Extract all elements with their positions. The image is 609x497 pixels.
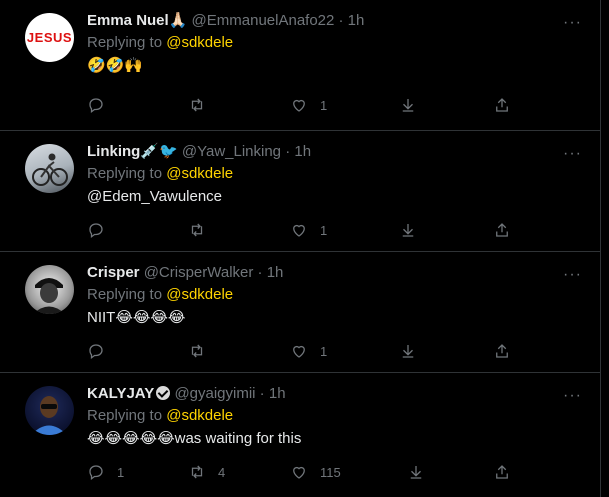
tweet-body: KALYJAY @gyaigyimii · 1h Replying to @sd… — [87, 384, 584, 449]
tweet[interactable]: JESUS Emma Nuel🙏🏻 @EmmanuelAnafo22 · 1h … — [0, 0, 600, 131]
retweet-button[interactable] — [188, 221, 218, 239]
retweet-button[interactable]: 4 — [188, 463, 225, 481]
download-button[interactable] — [399, 342, 417, 360]
like-count: 115 — [320, 464, 341, 480]
reply-icon — [89, 465, 103, 481]
handle-time[interactable]: @Yaw_Linking · 1h — [182, 143, 311, 160]
cyclist-image — [32, 153, 68, 186]
like-button[interactable]: 1 — [290, 96, 327, 114]
replying-to: Replying to @sdkdele — [87, 285, 584, 305]
share-icon — [496, 465, 508, 479]
share-button[interactable] — [493, 463, 511, 481]
tweet-body: Emma Nuel🙏🏻 @EmmanuelAnafo22 · 1h Replyi… — [87, 11, 584, 76]
tweet-text: 🤣🤣🙌 — [87, 57, 144, 74]
like-button[interactable]: 115 — [290, 463, 341, 481]
handle-time[interactable]: @gyaigyimii · 1h — [174, 385, 285, 402]
reply-button[interactable] — [87, 96, 117, 114]
download-icon — [402, 345, 414, 358]
retweet-icon — [191, 344, 203, 358]
tweet[interactable]: Linking💉🐦 @Yaw_Linking · 1h Replying to … — [0, 131, 600, 252]
share-button[interactable] — [493, 96, 511, 114]
replying-to: Replying to @sdkdele — [87, 164, 584, 184]
action-bar: 1 — [87, 221, 584, 241]
avatar[interactable] — [25, 386, 74, 435]
replying-label: Replying to — [87, 286, 167, 303]
replying-to: Replying to @sdkdele — [87, 406, 584, 426]
avatar[interactable]: JESUS — [25, 13, 74, 62]
download-button[interactable] — [399, 96, 417, 114]
person-image — [31, 396, 67, 435]
reply-mention[interactable]: @sdkdele — [166, 34, 233, 51]
replying-label: Replying to — [87, 165, 167, 182]
like-button[interactable]: 1 — [290, 342, 327, 360]
tweet[interactable]: Crisper @CrisperWalker · 1h Replying to … — [0, 252, 600, 373]
reply-icon — [89, 344, 103, 360]
handle-time[interactable]: @EmmanuelAnafo22 · 1h — [192, 12, 365, 29]
avatar[interactable] — [25, 265, 74, 314]
reply-icon — [89, 98, 103, 114]
download-icon — [402, 224, 414, 237]
like-button[interactable]: 1 — [290, 221, 327, 239]
replying-to: Replying to @sdkdele — [87, 33, 584, 53]
share-button[interactable] — [493, 342, 511, 360]
reply-mention[interactable]: @sdkdele — [166, 407, 233, 424]
download-button[interactable] — [399, 221, 417, 239]
like-icon — [293, 99, 305, 112]
replying-label: Replying to — [87, 34, 167, 51]
handle-time[interactable]: @CrisperWalker · 1h — [144, 264, 284, 281]
reply-mention[interactable]: @sdkdele — [166, 165, 233, 182]
like-count: 1 — [320, 343, 328, 359]
tweet-feed: JESUS Emma Nuel🙏🏻 @EmmanuelAnafo22 · 1h … — [0, 0, 601, 497]
action-bar: 1 — [87, 342, 584, 362]
like-icon — [293, 224, 305, 237]
like-count: 1 — [320, 222, 328, 238]
retweet-icon — [191, 223, 203, 237]
display-name[interactable]: Linking💉🐦 — [87, 143, 178, 160]
reply-button[interactable]: 1 — [87, 463, 124, 481]
reply-count: 1 — [117, 464, 125, 480]
download-icon — [410, 466, 422, 479]
display-name[interactable]: KALYJAY — [87, 385, 154, 402]
reply-button[interactable] — [87, 342, 117, 360]
tweet[interactable]: KALYJAY @gyaigyimii · 1h Replying to @sd… — [0, 373, 600, 497]
action-bar: 1 4 115 — [87, 463, 584, 483]
tweet-body: Linking💉🐦 @Yaw_Linking · 1h Replying to … — [87, 142, 584, 207]
download-button[interactable] — [407, 463, 425, 481]
like-count: 1 — [320, 97, 328, 113]
display-name[interactable]: Emma Nuel🙏🏻 — [87, 12, 187, 29]
reply-mention[interactable]: @sdkdele — [166, 286, 233, 303]
avatar-text: JESUS — [26, 30, 73, 45]
tweet-text: 😂😂😂😂😂was waiting for this — [87, 430, 302, 447]
retweet-button[interactable] — [188, 96, 218, 114]
more-icon[interactable]: ··· — [563, 146, 582, 162]
more-icon[interactable]: ··· — [563, 267, 582, 283]
tweet-text[interactable]: @Edem_Vawulence — [87, 187, 584, 207]
more-icon[interactable]: ··· — [563, 388, 582, 404]
share-icon — [496, 98, 508, 112]
person-image — [33, 278, 65, 314]
like-icon — [293, 345, 305, 358]
reply-icon — [89, 223, 103, 239]
avatar[interactable] — [25, 144, 74, 193]
share-icon — [496, 344, 508, 358]
more-icon[interactable]: ··· — [563, 15, 582, 31]
tweet-body: Crisper @CrisperWalker · 1h Replying to … — [87, 263, 584, 328]
display-name[interactable]: Crisper — [87, 264, 140, 281]
retweet-count: 4 — [218, 464, 226, 480]
replying-label: Replying to — [87, 407, 167, 424]
download-icon — [402, 99, 414, 112]
share-button[interactable] — [493, 221, 511, 239]
tweet-text: NIIT😂😂😂😂 — [87, 309, 186, 326]
retweet-icon — [191, 98, 203, 112]
retweet-button[interactable] — [188, 342, 218, 360]
share-icon — [496, 223, 508, 237]
action-bar: 1 — [87, 96, 584, 116]
reply-button[interactable] — [87, 221, 117, 239]
retweet-icon — [191, 465, 203, 479]
like-icon — [293, 466, 305, 479]
verified-icon — [156, 386, 171, 400]
